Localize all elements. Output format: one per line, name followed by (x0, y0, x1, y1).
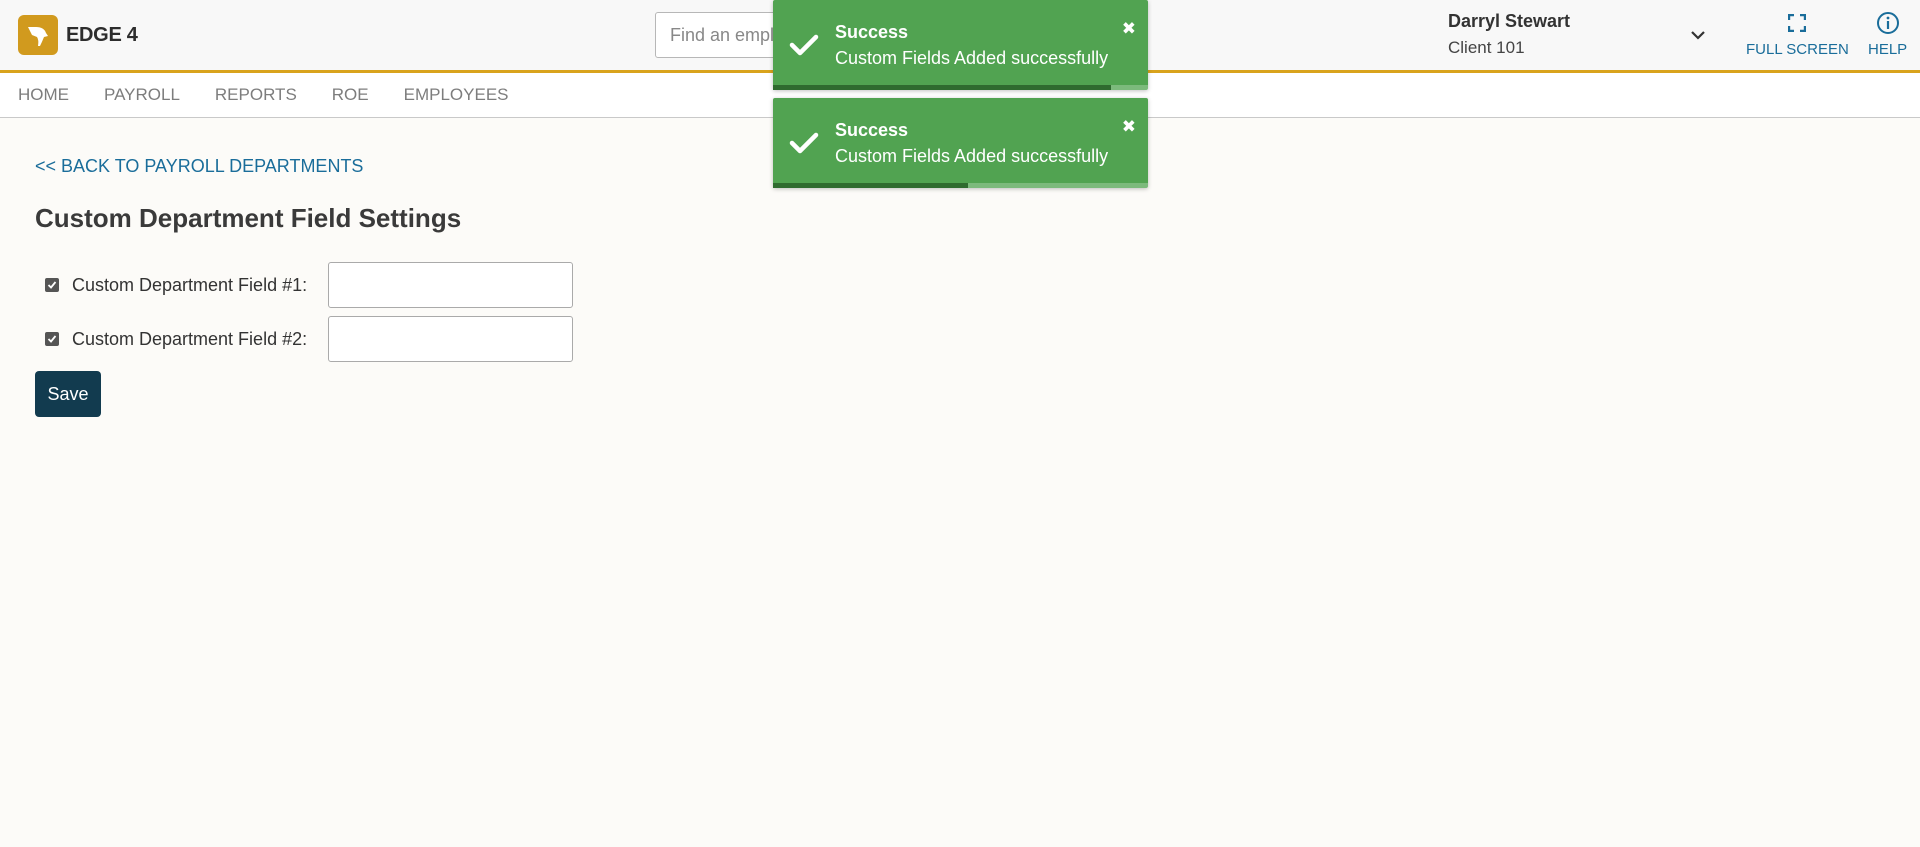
toast-progress-bar (773, 85, 1148, 90)
logo-text: EDGE 4 (66, 23, 138, 46)
nav-item-payroll[interactable]: PAYROLL (104, 85, 180, 105)
nav-item-reports[interactable]: REPORTS (215, 85, 297, 105)
toast-message: Custom Fields Added successfully (835, 146, 1109, 166)
close-icon[interactable]: ✖ (1122, 118, 1136, 135)
user-info[interactable]: Darryl Stewart Client 101 (1448, 11, 1570, 58)
custom-field-1-input[interactable] (328, 262, 573, 308)
checkmark-icon (47, 281, 57, 289)
check-icon (789, 34, 819, 56)
close-icon[interactable]: ✖ (1122, 20, 1136, 37)
fullscreen-label: FULL SCREEN (1746, 41, 1849, 58)
help-button[interactable]: HELP (1868, 10, 1907, 58)
nav-item-home[interactable]: HOME (18, 85, 69, 105)
save-button[interactable]: Save (35, 371, 101, 417)
checkmark-icon (47, 335, 57, 343)
user-name: Darryl Stewart (1448, 11, 1571, 31)
page-title: Custom Department Field Settings (35, 203, 462, 233)
back-to-payroll-departments-link[interactable]: << BACK TO PAYROLL DEPARTMENTS (35, 156, 363, 177)
chevron-down-icon[interactable] (1688, 25, 1708, 45)
toast-title: Success (835, 120, 909, 140)
toast-title: Success (835, 22, 909, 42)
success-toast[interactable]: Success Custom Fields Added successfully… (773, 98, 1148, 188)
fullscreen-button[interactable]: FULL SCREEN (1746, 10, 1849, 58)
fullscreen-icon (1788, 10, 1807, 36)
toast-progress-fill (773, 85, 1111, 90)
toast-progress-fill (773, 183, 968, 188)
nav-item-employees[interactable]: EMPLOYEES (404, 85, 509, 105)
client-name: Client 101 (1448, 38, 1525, 57)
custom-field-1-label: Custom Department Field #1: (72, 274, 308, 295)
toast-progress-bar (773, 183, 1148, 188)
help-label: HELP (1868, 41, 1908, 58)
info-icon (1876, 10, 1900, 36)
custom-field-row-2: Custom Department Field #2: (45, 316, 573, 362)
custom-field-2-checkbox[interactable] (45, 332, 59, 346)
nav-item-roe[interactable]: ROE (332, 85, 369, 105)
logo-icon (18, 15, 58, 55)
success-toast[interactable]: Success Custom Fields Added successfully… (773, 0, 1148, 90)
custom-field-2-input[interactable] (328, 316, 573, 362)
custom-field-2-label: Custom Department Field #2: (72, 328, 308, 349)
custom-field-row-1: Custom Department Field #1: (45, 262, 573, 308)
app-logo[interactable]: EDGE 4 (18, 15, 138, 55)
toast-message: Custom Fields Added successfully (835, 48, 1109, 68)
custom-field-1-checkbox[interactable] (45, 278, 59, 292)
check-icon (789, 132, 819, 154)
